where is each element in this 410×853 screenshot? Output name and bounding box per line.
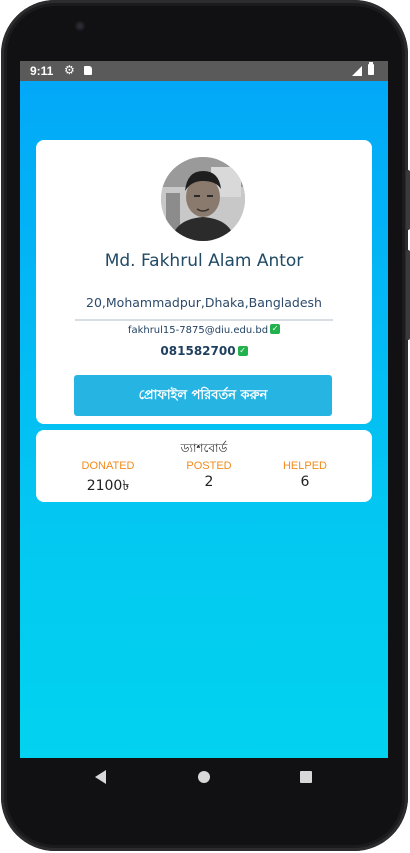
stat-value: 2100৳	[86, 478, 130, 494]
phone-row: 081582700 ✓	[36, 344, 372, 358]
stat-helped: HELPED 6	[260, 460, 350, 490]
phone-text: 081582700	[160, 344, 236, 358]
gear-icon: ⚙	[64, 63, 75, 77]
email-text: fakhrul15-7875@diu.edu.bd	[127, 325, 269, 336]
status-time: 9:11	[30, 64, 54, 78]
stat-value: 6	[300, 474, 310, 490]
divider	[75, 319, 333, 321]
stat-label: POSTED	[186, 460, 232, 472]
profile-photo	[161, 157, 245, 241]
navigation-bar	[20, 758, 388, 796]
sd-card-icon	[84, 66, 92, 75]
dashboard-card: ড্যাশবোর্ড DONATED 2100৳ POSTED 2 HELPED…	[36, 430, 372, 502]
app-screen: 9:11 ⚙ Md. Fakhrul Alam Antor 20,Mohamma…	[20, 61, 388, 758]
signal-icon	[352, 66, 362, 76]
stat-label: DONATED	[81, 460, 135, 472]
stat-value: 2	[204, 474, 214, 490]
dashboard-title: ড্যাশবোর্ড	[180, 441, 228, 455]
power-button	[406, 170, 410, 230]
profile-card: Md. Fakhrul Alam Antor 20,Mohammadpur,Dh…	[36, 140, 372, 424]
front-camera	[75, 21, 85, 31]
volume-button	[406, 250, 410, 340]
home-icon[interactable]	[198, 771, 210, 783]
profile-address: 20,Mohammadpur,Dhaka,Bangladesh	[86, 295, 322, 310]
avatar[interactable]	[161, 157, 245, 241]
stat-donated: DONATED 2100৳	[63, 460, 153, 498]
profile-name: Md. Fakhrul Alam Antor	[104, 251, 304, 271]
verified-check-icon: ✓	[270, 324, 281, 334]
status-bar: 9:11 ⚙	[20, 61, 388, 81]
edit-profile-button[interactable]: প্রোফাইল পরিবর্তন করুন	[74, 375, 332, 416]
battery-icon	[368, 62, 374, 75]
recents-icon[interactable]	[300, 771, 312, 783]
stat-label: HELPED	[282, 460, 328, 472]
stat-posted: POSTED 2	[164, 460, 254, 490]
email-row: fakhrul15-7875@diu.edu.bd ✓	[36, 324, 372, 336]
back-icon[interactable]	[95, 770, 106, 784]
verified-check-icon: ✓	[237, 345, 248, 356]
